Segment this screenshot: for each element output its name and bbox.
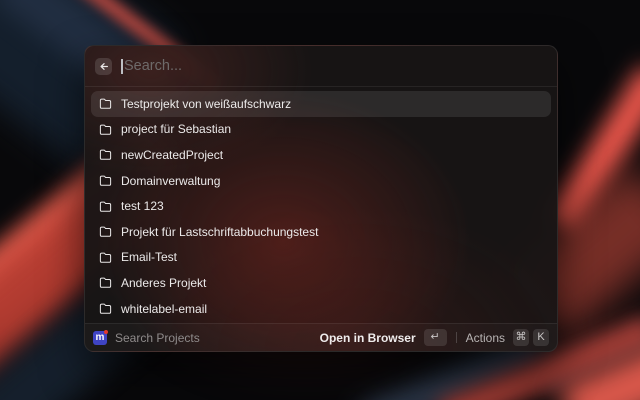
search-bar xyxy=(85,46,557,87)
project-name: project für Sebastian xyxy=(121,122,231,136)
folder-icon xyxy=(99,97,112,110)
search-input[interactable] xyxy=(123,58,547,74)
open-in-browser-button[interactable]: Open in Browser xyxy=(320,331,416,345)
list-item[interactable]: test 123 xyxy=(91,193,551,219)
list-item[interactable]: whitelabel-email xyxy=(91,296,551,322)
folder-icon xyxy=(99,174,112,187)
actions-button[interactable]: Actions xyxy=(466,331,505,345)
project-name: newCreatedProject xyxy=(121,148,223,162)
logo-red-dot xyxy=(104,330,108,334)
source-label: Search Projects xyxy=(115,331,200,345)
project-name: Email-Test xyxy=(121,250,177,264)
return-key-icon: ↵ xyxy=(424,329,447,346)
project-list: Testprojekt von weißaufschwarz project f… xyxy=(85,87,557,323)
folder-icon xyxy=(99,123,112,136)
project-name: Anderes Projekt xyxy=(121,276,206,290)
project-name: test 123 xyxy=(121,199,164,213)
list-item[interactable]: newCreatedProject xyxy=(91,142,551,168)
list-item[interactable]: Domainverwaltung xyxy=(91,168,551,194)
footer-bar: m Search Projects Open in Browser ↵ Acti… xyxy=(85,323,557,351)
list-item[interactable]: Projekt für Lastschriftabbuchungstest xyxy=(91,219,551,245)
folder-icon xyxy=(99,148,112,161)
mittwald-logo-icon: m xyxy=(93,331,107,345)
project-name: Testprojekt von weißaufschwarz xyxy=(121,97,291,111)
k-key-icon: K xyxy=(533,329,549,346)
folder-icon xyxy=(99,302,112,315)
back-button[interactable] xyxy=(95,58,112,75)
project-name: Domainverwaltung xyxy=(121,174,220,188)
folder-icon xyxy=(99,200,112,213)
list-item[interactable]: project für Sebastian xyxy=(91,117,551,143)
command-key-icon: ⌘ xyxy=(513,329,529,346)
list-item[interactable]: Anderes Projekt xyxy=(91,270,551,296)
project-name: Projekt für Lastschriftabbuchungstest xyxy=(121,225,318,239)
command-palette-window: Testprojekt von weißaufschwarz project f… xyxy=(84,45,558,352)
folder-icon xyxy=(99,251,112,264)
list-item[interactable]: Testprojekt von weißaufschwarz xyxy=(91,91,551,117)
folder-icon xyxy=(99,225,112,238)
list-item[interactable]: Email-Test xyxy=(91,245,551,271)
text-caret xyxy=(121,59,123,74)
arrow-left-icon xyxy=(98,61,109,72)
logo-letter: m xyxy=(96,333,105,343)
footer-divider xyxy=(456,332,457,343)
project-name: whitelabel-email xyxy=(121,302,207,316)
folder-icon xyxy=(99,276,112,289)
